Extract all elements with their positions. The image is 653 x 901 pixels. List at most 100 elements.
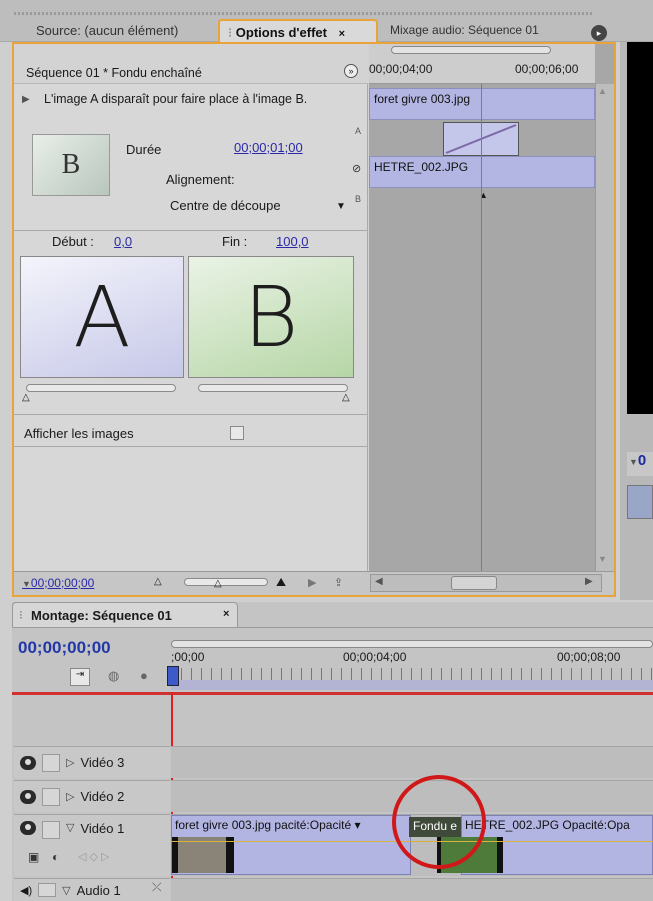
scroll-thumb[interactable]	[451, 576, 497, 590]
divider	[14, 230, 368, 231]
timeline-current-time[interactable]: 00;00;00;00	[18, 638, 111, 658]
sequence-header: Séquence 01 * Fondu enchaîné	[14, 44, 368, 84]
tab-audio-mixer[interactable]: Mixage audio: Séquence 01	[382, 19, 588, 42]
snap-icon[interactable]: ⇥	[70, 668, 90, 686]
play-audio-icon[interactable]: ▶	[308, 576, 316, 589]
monitor-time-display[interactable]: ▼0	[627, 452, 653, 476]
clip-a-block[interactable]: foret givre 003.jpg	[369, 88, 595, 120]
vertical-scrollbar[interactable]: ▲ ▼	[595, 84, 614, 571]
chevron-down-icon[interactable]: ▾	[354, 818, 360, 832]
alignment-dropdown[interactable]: Centre de découpe	[170, 198, 281, 213]
start-slider-handle[interactable]: △	[22, 392, 30, 403]
duration-label: Durée	[126, 142, 162, 157]
track-name: Vidéo 2	[80, 789, 125, 804]
marker-icon[interactable]: ◍	[108, 668, 119, 684]
display-style-icon[interactable]: ▣	[28, 850, 39, 864]
chevron-down-icon[interactable]: ▼	[336, 201, 346, 212]
clip-b-block[interactable]: HETRE_002.JPG	[369, 156, 595, 188]
image-a-preview: A	[20, 256, 184, 378]
premiere-window: ▼0 Source: (aucun élément) ⁝ Options d'e…	[0, 0, 653, 901]
eye-icon[interactable]	[20, 789, 36, 804]
eye-icon[interactable]	[20, 821, 36, 835]
effect-panel-bottombar: ▼00;00;00;00 △ △ ⛰ ▶ ⇪ ◀ ▶	[14, 571, 614, 595]
zoom-out-icon[interactable]: △	[154, 576, 162, 587]
start-value[interactable]: 0,0	[114, 234, 132, 249]
tab-source[interactable]: Source: (aucun élément)	[28, 19, 218, 42]
timeline-tab-title: Montage: Séquence 01	[31, 608, 172, 623]
track-b-marker: B	[355, 194, 362, 204]
expand-triangle-icon[interactable]: ▶	[22, 94, 30, 105]
panel-menu-icon[interactable]: ▸	[591, 25, 607, 41]
render-bar	[12, 692, 653, 695]
keyframe-icon[interactable]: ◐	[52, 850, 59, 864]
panel-grip[interactable]	[14, 12, 594, 15]
expand-triangle-icon[interactable]: ▷	[66, 756, 74, 769]
effect-playhead	[481, 84, 482, 571]
swap-tracks-icon[interactable]: ⊘	[352, 162, 361, 175]
tab-effect-options[interactable]: ⁝ Options d'effet ×	[218, 19, 378, 42]
play-transition-icon[interactable]: »	[344, 64, 358, 78]
track-lock-toggle[interactable]	[42, 753, 60, 772]
image-a-letter: A	[73, 268, 131, 366]
close-icon[interactable]: ×	[339, 28, 345, 40]
tab-audio-mixer-label: Mixage audio: Séquence 01	[390, 23, 539, 37]
image-b-preview: B	[188, 256, 354, 378]
show-images-label: Afficher les images	[24, 426, 134, 441]
track-video3: ▷ Vidéo 3	[14, 746, 170, 778]
work-area-bar[interactable]	[171, 680, 653, 690]
ruler-label-0: ;00;00	[171, 650, 205, 664]
divider	[12, 627, 653, 628]
show-images-checkbox[interactable]	[230, 426, 244, 440]
scroll-left-icon[interactable]: ◀	[375, 576, 383, 587]
expand-triangle-icon[interactable]: ▷	[66, 790, 74, 803]
end-slider[interactable]	[198, 384, 348, 392]
end-value[interactable]: 100,0	[276, 234, 309, 249]
audio-close-icon[interactable]: ⤫	[152, 880, 162, 895]
duration-value[interactable]: 00;00;01;00	[234, 140, 303, 155]
zoom-bar[interactable]	[391, 46, 551, 54]
scroll-right-icon[interactable]: ▶	[585, 576, 593, 587]
track-lock-toggle[interactable]	[38, 883, 57, 897]
scroll-down-icon[interactable]: ▼	[598, 554, 607, 564]
zoom-slider-handle[interactable]: △	[214, 578, 222, 589]
zoom-slider[interactable]	[184, 578, 268, 586]
alignment-label: Alignement:	[166, 172, 235, 187]
tab-timeline[interactable]: ⁝ Montage: Séquence 01 ×	[12, 602, 238, 628]
horizontal-scrollbar[interactable]: ◀ ▶	[370, 574, 602, 592]
transition-thumbnail[interactable]: B	[32, 134, 110, 196]
clip-a-thumbnail	[172, 837, 234, 873]
effect-current-time[interactable]: ▼00;00;00;00	[22, 576, 94, 590]
start-label: Début :	[52, 234, 94, 249]
export-icon[interactable]: ⇪	[334, 576, 343, 589]
track-video3-lane[interactable]	[171, 746, 653, 778]
track-lock-toggle[interactable]	[42, 787, 60, 806]
playhead-handle[interactable]	[167, 666, 179, 686]
end-slider-handle[interactable]: △	[342, 392, 350, 403]
clip-a-label: foret givre 003.jpg	[175, 818, 272, 832]
monitor-ruler-fragment	[627, 485, 653, 519]
collapse-triangle-icon[interactable]: ▽	[62, 884, 70, 897]
timeline-ruler[interactable]: ;00;00 00;00;04;00 00;00;08;00	[167, 640, 653, 692]
track-audio1-lane[interactable]	[171, 878, 653, 901]
clip-b-opacity: Opacité:Opa	[562, 818, 630, 832]
zoom-in-icon[interactable]: ⛰	[276, 575, 286, 590]
speaker-icon[interactable]: ◀)	[20, 884, 32, 897]
tab-source-label: Source: (aucun élément)	[36, 23, 179, 38]
keyframe-nav-icon[interactable]: ◁ ◇ ▷	[78, 850, 110, 863]
transition-description: L'image A disparaît pour faire place à l…	[44, 92, 308, 106]
set-marker-icon[interactable]: ●	[140, 668, 148, 683]
divider	[14, 414, 368, 415]
ruler-time-1: 00;00;04;00	[369, 62, 433, 76]
effect-timeline-ruler: 00;00;04;00 00;00;06;00	[369, 44, 595, 84]
timeline-zoom-bar[interactable]	[171, 640, 653, 648]
collapse-triangle-icon[interactable]: ▽	[66, 821, 74, 834]
clip-a-label: foret givre 003.jpg	[374, 92, 471, 106]
clip-b-label: HETRE_002.JPG	[374, 160, 469, 174]
track-name: Vidéo 3	[80, 755, 125, 770]
eye-icon[interactable]	[20, 755, 36, 770]
close-icon[interactable]: ×	[223, 608, 229, 620]
end-label: Fin :	[222, 234, 248, 249]
track-lock-toggle[interactable]	[42, 821, 60, 839]
scroll-up-icon[interactable]: ▲	[598, 86, 607, 96]
start-slider[interactable]	[26, 384, 176, 392]
